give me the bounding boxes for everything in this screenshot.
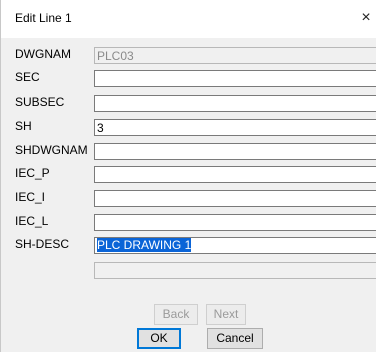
title-bar: Edit Line 1 × — [1, 0, 376, 38]
iec-l-field[interactable] — [94, 214, 376, 231]
iec-i-field[interactable] — [94, 190, 376, 207]
sh-desc-selected-text: PLC DRAWING 1 — [97, 238, 192, 252]
label-dwgnam: DWGNAM — [15, 47, 71, 61]
ok-button[interactable]: OK — [137, 328, 181, 349]
cancel-button[interactable]: Cancel — [207, 328, 263, 349]
edit-line-dialog: Edit Line 1 × DWGNAM SEC SUBSEC SH SHDWG… — [0, 0, 376, 352]
label-iec-p: IEC_P — [15, 166, 50, 180]
sh-desc-field[interactable]: PLC DRAWING 1 — [94, 237, 376, 254]
subsec-field[interactable] — [94, 95, 376, 112]
dwgnam-field[interactable] — [94, 47, 376, 64]
label-iec-l: IEC_L — [15, 214, 49, 228]
next-button[interactable]: Next — [206, 304, 246, 325]
sh-field[interactable] — [94, 119, 376, 136]
close-icon[interactable]: × — [355, 7, 376, 29]
label-shdwgnam: SHDWGNAM — [15, 143, 88, 157]
back-button[interactable]: Back — [154, 304, 198, 325]
label-subsec: SUBSEC — [15, 95, 65, 109]
label-sec: SEC — [15, 70, 40, 84]
dialog-title: Edit Line 1 — [15, 11, 72, 25]
sec-field[interactable] — [94, 70, 376, 87]
shdwgnam-field[interactable] — [94, 143, 376, 160]
extra-disabled-field — [94, 262, 376, 279]
iec-p-field[interactable] — [94, 166, 376, 183]
label-sh-desc: SH-DESC — [15, 237, 70, 251]
label-iec-i: IEC_I — [15, 190, 46, 204]
label-sh: SH — [15, 119, 32, 133]
